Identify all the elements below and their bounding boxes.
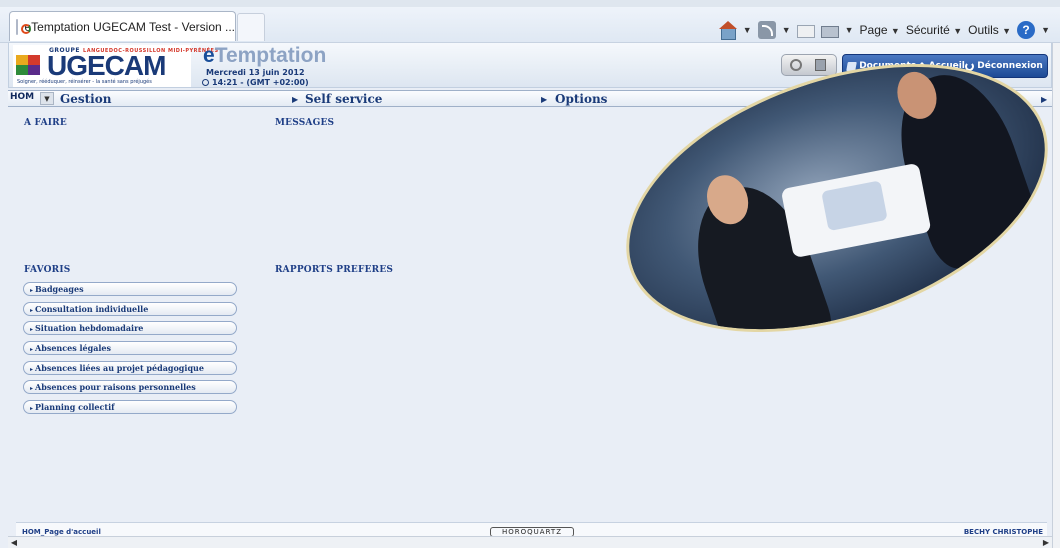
app-status-bar: HOM_Page d'accueil HOROQUARTZ BECHY CHRI… bbox=[16, 522, 1047, 537]
menu-arrow-icon[interactable]: ▶ bbox=[1041, 91, 1047, 107]
todo-section-title: A FAIRE bbox=[24, 118, 67, 128]
horizontal-scrollbar[interactable]: ◀ ▶ bbox=[8, 536, 1052, 548]
security-menu-label: Sécurité bbox=[905, 23, 950, 37]
home-dropdown-icon[interactable]: ▼ bbox=[743, 25, 752, 35]
favorite-absences-legales[interactable]: ▸ Absences légales bbox=[23, 341, 237, 355]
logo-name: UGECAM bbox=[47, 50, 166, 81]
browser-tab[interactable]: eTemptation UGECAM Test - Version ... bbox=[9, 11, 236, 41]
feeds-dropdown-icon[interactable]: ▼ bbox=[782, 25, 791, 35]
favorite-consultation-individuelle[interactable]: ▸ Consultation individuelle bbox=[23, 302, 237, 316]
home-icon[interactable] bbox=[718, 21, 737, 40]
print-icon[interactable] bbox=[820, 25, 839, 38]
feeds-icon[interactable] bbox=[757, 21, 776, 39]
tools-menu[interactable]: Outils ▼ bbox=[968, 23, 1011, 37]
favorite-badgeages[interactable]: ▸ Badgeages bbox=[23, 282, 237, 296]
favorite-absences-projet-pedagogique[interactable]: ▸ Absences liées au projet pédagogique bbox=[23, 361, 237, 375]
security-menu[interactable]: Sécurité ▼ bbox=[906, 23, 962, 37]
page-menu[interactable]: Page ▼ bbox=[860, 23, 900, 37]
tools-menu-label: Outils bbox=[968, 23, 999, 37]
status-user-name: BECHY CHRISTOPHE bbox=[963, 528, 1043, 536]
favorite-absences-raisons-personnelles[interactable]: ▸ Absences pour raisons personnelles bbox=[23, 380, 237, 394]
clock-icon bbox=[202, 79, 209, 86]
new-tab-button[interactable] bbox=[237, 13, 265, 41]
vertical-scrollbar[interactable] bbox=[1052, 43, 1060, 548]
browser-command-bar: ▼ ▼ ▼ Page ▼ Sécurité ▼ Outils ▼ ? ▼ bbox=[718, 19, 1050, 41]
current-date: Mercredi 13 juin 2012 bbox=[206, 68, 305, 77]
menu-item-options[interactable]: Options bbox=[555, 91, 607, 107]
menu-dropdown-button[interactable]: ▼ bbox=[40, 92, 54, 105]
ugecam-logo: GROUPE LANGUEDOC-ROUSSILLON MIDI-PYRÉNÉES… bbox=[13, 45, 218, 87]
logo-mark-icon bbox=[16, 55, 40, 75]
logout-label: Déconnexion bbox=[977, 61, 1043, 71]
window-top-edge bbox=[0, 0, 1060, 7]
header-tool-buttons bbox=[781, 54, 837, 76]
status-page-name: HOM_Page d'accueil bbox=[22, 528, 101, 536]
logo-tagline: Soigner, rééduquer, réinsérer - la santé… bbox=[17, 79, 152, 85]
site-favicon-icon bbox=[16, 18, 35, 35]
mail-icon[interactable] bbox=[796, 24, 815, 38]
logout-button[interactable]: Déconnexion bbox=[965, 61, 1043, 71]
favorite-situation-hebdomadaire[interactable]: ▸ Situation hebdomadaire bbox=[23, 321, 237, 335]
browser-tab-title: eTemptation UGECAM Test - Version ... bbox=[24, 19, 235, 34]
menu-item-gestion[interactable]: Gestion bbox=[60, 91, 111, 107]
menu-arrow-icon[interactable]: ▶ bbox=[292, 91, 298, 107]
save-icon[interactable] bbox=[815, 59, 826, 71]
menu-item-self-service[interactable]: Self service bbox=[305, 91, 382, 107]
browser-tab-bar: eTemptation UGECAM Test - Version ... ▼ … bbox=[0, 7, 1060, 43]
page-menu-label: Page bbox=[859, 23, 888, 37]
favorite-planning-collectif[interactable]: ▸ Planning collectif bbox=[23, 400, 237, 414]
reports-section-title: RAPPORTS PREFERES bbox=[275, 265, 394, 275]
messages-section-title: MESSAGES bbox=[275, 118, 335, 128]
help-icon[interactable]: ? bbox=[1017, 21, 1036, 39]
menu-code: HOM bbox=[10, 92, 35, 102]
current-time: 14:21 - (GMT +02:00) bbox=[202, 78, 309, 87]
app-title: eTemptation bbox=[203, 44, 327, 67]
fingerprint-icon[interactable] bbox=[790, 59, 802, 71]
scroll-left-icon[interactable]: ◀ bbox=[8, 537, 20, 548]
print-dropdown-icon[interactable]: ▼ bbox=[845, 25, 854, 35]
favorites-section-title: FAVORIS bbox=[24, 265, 71, 275]
scroll-right-icon[interactable]: ▶ bbox=[1040, 537, 1052, 548]
help-dropdown-icon[interactable]: ▼ bbox=[1041, 25, 1050, 35]
menu-arrow-icon[interactable]: ▶ bbox=[541, 91, 547, 107]
